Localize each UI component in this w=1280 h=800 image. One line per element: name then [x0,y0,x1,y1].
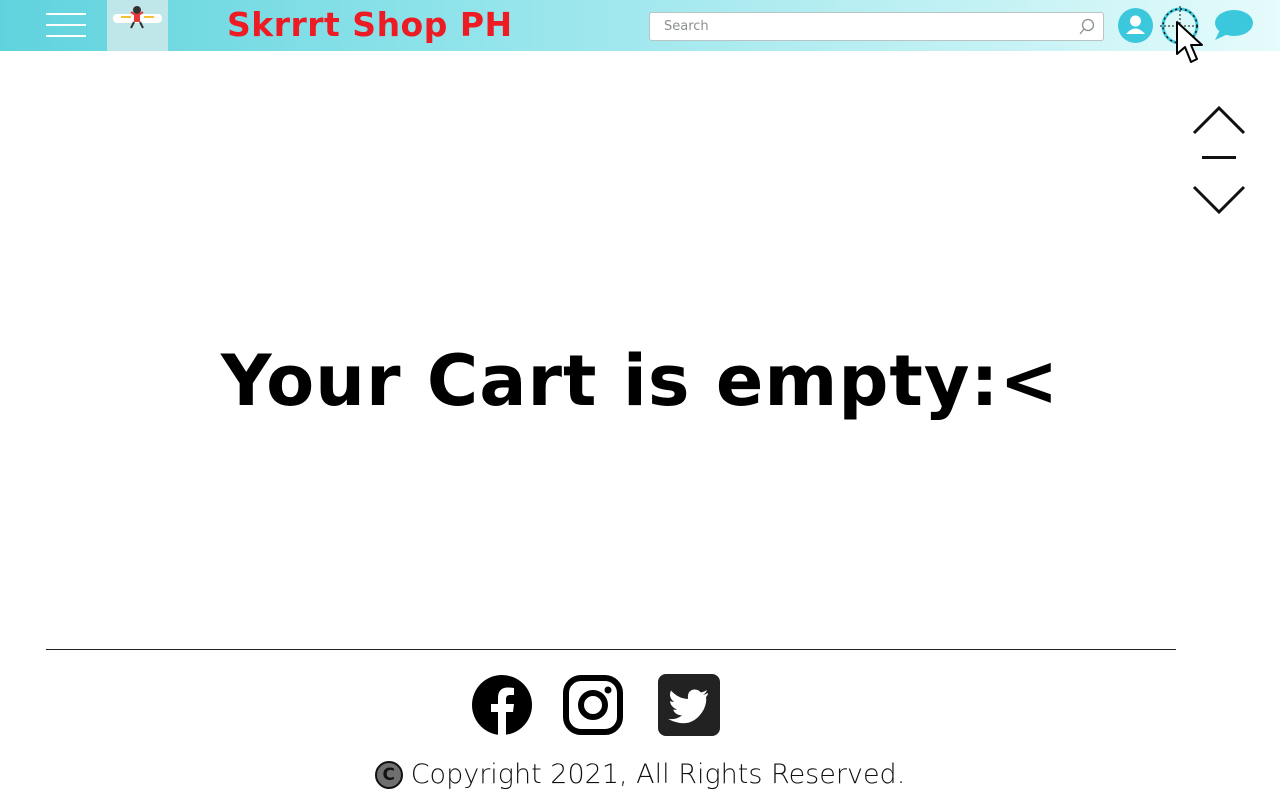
scroll-separator [1202,156,1236,159]
shop-logo[interactable] [107,0,168,51]
twitter-icon[interactable] [658,674,720,736]
menu-line [46,13,86,15]
copyright-notice: C Copyright 2021, All Rights Reserved. [0,756,1280,794]
search-input[interactable] [664,13,1064,40]
scroll-down-chevron-icon[interactable] [1192,182,1246,216]
search-bar[interactable] [649,12,1104,41]
instagram-icon[interactable] [562,674,624,736]
copyright-icon: C [374,761,403,789]
search-icon[interactable] [1077,17,1097,37]
menu-line [46,24,86,26]
account-button[interactable] [1118,8,1153,43]
footer-divider [46,649,1176,650]
user-icon [1126,15,1145,34]
facebook-icon[interactable] [471,674,533,736]
chat-icon[interactable] [1212,8,1254,42]
cart-icon[interactable] [1160,6,1200,46]
empty-cart-message: Your Cart is empty:< [220,340,1060,422]
brand-title[interactable]: Skrrrt Shop PH [227,4,513,46]
scroll-up-chevron-icon[interactable] [1192,104,1246,138]
page: Skrrrt Shop PH Search Your Cart is empty… [0,0,1280,800]
top-navbar: Skrrrt Shop PH [0,0,1280,51]
hamburger-menu-icon[interactable] [46,13,86,39]
menu-line [46,35,86,37]
copyright-text: Copyright 2021, All Rights Reserved. [410,759,906,790]
